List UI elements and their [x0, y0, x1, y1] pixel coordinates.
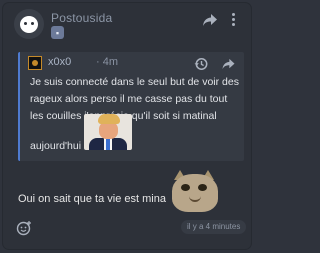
more-options-icon[interactable] [230, 12, 236, 28]
quoted-time: · 4m [96, 56, 118, 68]
quoted-text-tail: aujourd'hui [30, 140, 82, 152]
quoted-author-name[interactable]: x0x0 [48, 56, 71, 68]
quoted-text: Je suis connecté dans le seul but de voi… [30, 76, 239, 122]
add-reaction-icon[interactable] [16, 220, 32, 236]
reply-text: Oui on sait que ta vie est minable [18, 193, 181, 205]
quoted-message[interactable]: x0x0 · 4m Je suis connecté dans le seul … [18, 52, 244, 161]
author-name[interactable]: Postousida [51, 11, 112, 25]
share-quote-icon[interactable] [221, 58, 236, 70]
share-icon[interactable] [202, 13, 218, 27]
badge-icon: ▪ [51, 26, 64, 39]
author-avatar[interactable] [14, 9, 44, 39]
message-timestamp: il y a 4 minutes [181, 220, 247, 234]
sticker-image [84, 114, 132, 150]
quoted-author-avatar[interactable] [28, 56, 42, 70]
cat-sticker-image [166, 168, 222, 214]
history-icon[interactable] [194, 57, 208, 71]
ghost-icon [20, 15, 38, 33]
